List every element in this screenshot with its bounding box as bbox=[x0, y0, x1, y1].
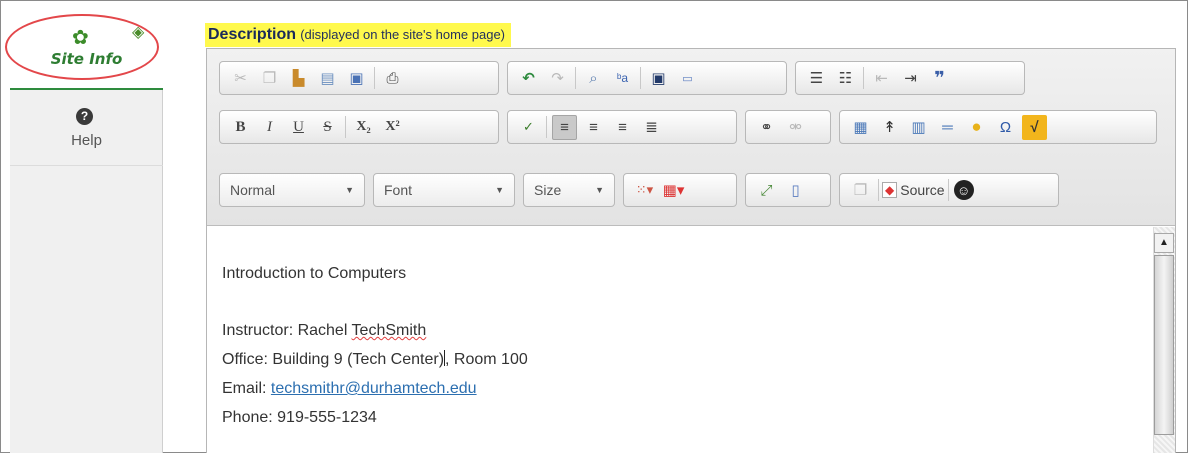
sidebar-item-label: Help bbox=[71, 132, 102, 149]
paste-icon[interactable]: ▙ bbox=[286, 66, 311, 91]
replace-icon[interactable]: ᵇa bbox=[610, 66, 635, 91]
office-text: Office: Building 9 (Tech Center) bbox=[222, 351, 445, 368]
cut-icon[interactable]: ✂ bbox=[228, 66, 253, 91]
rich-text-editor: ✂ ❐ ▙ ▤ ▣ ⎙ ↶ ↷ ⌕ ᵇa ▣ ▭ ☰ ☷ ⇤ ⇥ ❞ B I U… bbox=[206, 48, 1176, 453]
align-justify-icon[interactable]: ≣ bbox=[639, 115, 664, 140]
format-dropdown-value: Normal bbox=[230, 182, 276, 198]
separator bbox=[863, 67, 864, 89]
separator bbox=[575, 67, 576, 89]
content-line: Instructor: Rachel TechSmith bbox=[222, 316, 1153, 345]
content-line: Introduction to Computers bbox=[222, 265, 407, 282]
scroll-up-arrow-icon[interactable]: ▲ bbox=[1154, 233, 1174, 253]
source-icon: ◆ bbox=[882, 182, 898, 198]
separator bbox=[878, 179, 879, 201]
instructor-prefix: Instructor: Rachel bbox=[222, 322, 352, 339]
numbered-list-icon[interactable]: ☰ bbox=[804, 66, 829, 91]
underline-button[interactable]: U bbox=[286, 115, 311, 140]
align-left-icon[interactable]: ≡ bbox=[552, 114, 577, 140]
email-prefix: Email: bbox=[222, 380, 271, 397]
source-group: ❐ ◆ Source ☺ bbox=[839, 173, 1059, 207]
email-link[interactable]: techsmithr@durhamtech.edu bbox=[271, 380, 477, 397]
clipboard-group: ✂ ❐ ▙ ▤ ▣ ⎙ bbox=[219, 61, 499, 95]
chevron-down-icon: ▼ bbox=[595, 185, 604, 195]
copy-icon[interactable]: ❐ bbox=[257, 66, 282, 91]
editor-toolbar: ✂ ❐ ▙ ▤ ▣ ⎙ ↶ ↷ ⌕ ᵇa ▣ ▭ ☰ ☷ ⇤ ⇥ ❞ B I U… bbox=[207, 49, 1175, 226]
show-blocks-icon[interactable]: ▯ bbox=[783, 178, 808, 203]
spellcheck-icon[interactable]: ✓ bbox=[516, 115, 541, 140]
help-icon: ? bbox=[76, 108, 93, 125]
color-group: ⁙▾ ▦▾ bbox=[623, 173, 737, 207]
special-char-icon[interactable]: Ω bbox=[993, 115, 1018, 140]
maximize-icon[interactable]: ⤢ bbox=[754, 178, 779, 203]
smiley-icon[interactable]: ● bbox=[964, 115, 989, 140]
templates-icon[interactable]: ❐ bbox=[848, 178, 873, 203]
strikethrough-button[interactable]: S bbox=[315, 115, 340, 140]
paste-word-icon[interactable]: ▣ bbox=[344, 66, 369, 91]
separator bbox=[640, 67, 641, 89]
select-all-icon[interactable]: ▣ bbox=[646, 66, 671, 91]
undo-icon[interactable]: ↶ bbox=[516, 66, 541, 91]
separator bbox=[374, 67, 375, 89]
anchor-icon[interactable]: ↟ bbox=[877, 115, 902, 140]
list-group: ☰ ☷ ⇤ ⇥ ❞ bbox=[795, 61, 1025, 95]
description-heading: Description (displayed on the site's hom… bbox=[205, 23, 512, 47]
view-group: ⤢ ▯ bbox=[745, 173, 831, 207]
basic-styles-group: B I U S X₂ X² bbox=[219, 110, 499, 144]
separator bbox=[345, 116, 346, 138]
link-icon[interactable]: ⚭ bbox=[754, 115, 779, 140]
align-group: ✓ ≡ ≡ ≡ ≣ bbox=[507, 110, 737, 144]
align-center-icon[interactable]: ≡ bbox=[581, 115, 606, 140]
source-label: Source bbox=[900, 182, 945, 198]
scrollbar-thumb[interactable] bbox=[1154, 255, 1174, 435]
font-dropdown-value: Font bbox=[384, 182, 413, 198]
table-icon[interactable]: ▥ bbox=[906, 115, 931, 140]
chevron-down-icon: ▼ bbox=[495, 185, 504, 195]
italic-button[interactable]: I bbox=[257, 115, 282, 140]
size-dropdown[interactable]: Size ▼ bbox=[523, 173, 615, 207]
font-dropdown[interactable]: Font ▼ bbox=[373, 173, 515, 207]
image-icon[interactable]: ▦ bbox=[848, 115, 873, 140]
blockquote-icon[interactable]: ❞ bbox=[927, 66, 952, 91]
accessibility-icon[interactable]: ☺ bbox=[953, 180, 974, 200]
annotation-ellipse bbox=[5, 14, 159, 80]
redo-icon[interactable]: ↷ bbox=[545, 66, 570, 91]
vertical-scrollbar[interactable]: ▲ bbox=[1153, 227, 1175, 453]
table-grid-icon[interactable]: ▦▾ bbox=[661, 178, 686, 203]
outdent-icon[interactable]: ⇤ bbox=[869, 66, 894, 91]
unlink-icon[interactable]: ⚮ bbox=[783, 115, 808, 140]
size-dropdown-value: Size bbox=[534, 182, 562, 198]
indent-icon[interactable]: ⇥ bbox=[898, 66, 923, 91]
bold-button[interactable]: B bbox=[228, 115, 253, 140]
undo-group: ↶ ↷ ⌕ ᵇa ▣ ▭ bbox=[507, 61, 787, 95]
misspelled-word[interactable]: TechSmith bbox=[352, 322, 427, 339]
find-icon[interactable]: ⌕ bbox=[581, 66, 606, 91]
separator bbox=[546, 116, 547, 138]
separator bbox=[947, 179, 949, 201]
content-line: Email: techsmithr@durhamtech.edu bbox=[222, 374, 1153, 403]
sidebar-item-help[interactable]: ? Help bbox=[10, 90, 163, 166]
bulleted-list-icon[interactable]: ☷ bbox=[833, 66, 858, 91]
link-group: ⚭ ⚮ bbox=[745, 110, 831, 144]
equation-icon[interactable]: √ bbox=[1022, 114, 1047, 140]
content-line: Phone: 919-555-1234 bbox=[222, 409, 377, 426]
description-subtitle: (displayed on the site's home page) bbox=[300, 27, 506, 42]
editor-content[interactable]: Introduction to Computers Instructor: Ra… bbox=[207, 227, 1153, 453]
insert-group: ▦ ↟ ▥ ═ ● Ω √ bbox=[839, 110, 1157, 144]
print-icon[interactable]: ⎙ bbox=[380, 66, 405, 91]
office-text-rest: , Room 100 bbox=[445, 351, 528, 368]
horizontal-rule-icon[interactable]: ═ bbox=[935, 115, 960, 140]
subscript-button[interactable]: X₂ bbox=[351, 115, 376, 140]
paste-text-icon[interactable]: ▤ bbox=[315, 66, 340, 91]
chevron-down-icon: ▼ bbox=[345, 185, 354, 195]
align-right-icon[interactable]: ≡ bbox=[610, 115, 635, 140]
source-button[interactable]: ◆ Source bbox=[882, 182, 945, 198]
content-line: Office: Building 9 (Tech Center), Room 1… bbox=[222, 345, 1153, 374]
html-icon[interactable]: ▭ bbox=[675, 66, 700, 91]
text-color-icon[interactable]: ⁙▾ bbox=[632, 178, 657, 203]
description-title: Description bbox=[208, 26, 297, 43]
format-dropdown[interactable]: Normal ▼ bbox=[219, 173, 365, 207]
superscript-button[interactable]: X² bbox=[380, 115, 405, 140]
